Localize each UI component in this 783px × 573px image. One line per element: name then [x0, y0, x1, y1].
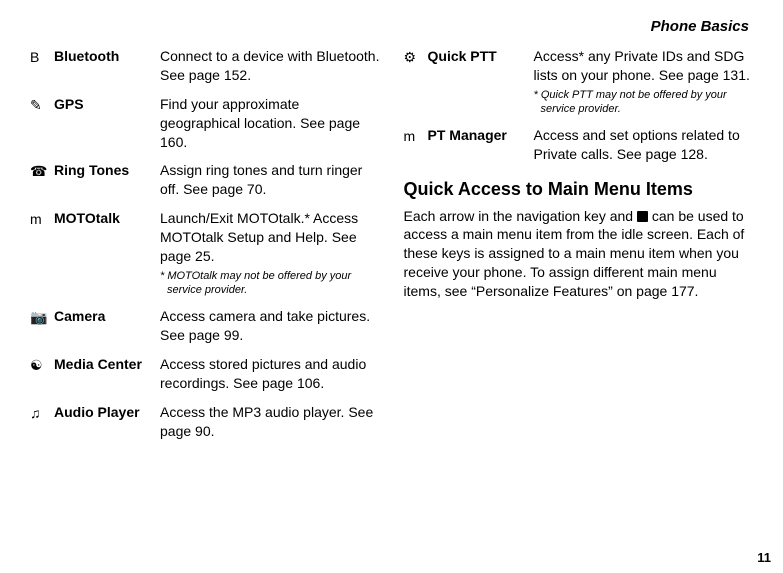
menu-label: Ring Tones	[54, 161, 160, 199]
mototalk-icon: m	[30, 209, 54, 297]
menu-entry: ✎ GPS Find your approximate geographical…	[30, 95, 380, 152]
menu-label: Media Center	[54, 355, 160, 393]
mediacenter-icon: ☯	[30, 355, 54, 393]
body-prefix: Each arrow in the navigation key and	[404, 208, 637, 224]
footnote: * Quick PTT may not be offered by your s…	[534, 89, 754, 117]
menu-description: Access stored pictures and audio recordi…	[160, 355, 380, 393]
menu-entry: 📷 Camera Access camera and take pictures…	[30, 307, 380, 345]
menu-entry: m PT Manager Access and set options rela…	[404, 126, 754, 164]
menu-label: Camera	[54, 307, 160, 345]
menu-description: Access* any Private IDs and SDG lists on…	[534, 47, 754, 116]
key-icon	[637, 211, 648, 222]
menu-description: Access and set options related to Privat…	[534, 126, 754, 164]
page-number: 11	[757, 550, 771, 565]
menu-entry: B Bluetooth Connect to a device with Blu…	[30, 47, 380, 85]
page-header: Phone Basics	[30, 18, 753, 35]
bluetooth-icon: B	[30, 47, 54, 85]
menu-entry: ⚙ Quick PTT Access* any Private IDs and …	[404, 47, 754, 116]
content-columns: B Bluetooth Connect to a device with Blu…	[30, 47, 753, 451]
menu-description: Access the MP3 audio player. See page 90…	[160, 403, 380, 441]
menu-entry: m MOTOtalk Launch/Exit MOTOtalk.* Access…	[30, 209, 380, 297]
menu-label: MOTOtalk	[54, 209, 160, 297]
desc-text: Access* any Private IDs and SDG lists on…	[534, 48, 750, 83]
menu-label: PT Manager	[428, 126, 534, 164]
ptmanager-icon: m	[404, 126, 428, 164]
ringtones-icon: ☎	[30, 161, 54, 199]
desc-text: Launch/Exit MOTOtalk.* Access MOTOtalk S…	[160, 210, 358, 264]
section-body: Each arrow in the navigation key and can…	[404, 207, 754, 301]
section-title: Quick Access to Main Menu Items	[404, 178, 754, 201]
quickptt-icon: ⚙	[404, 47, 428, 116]
menu-label: Bluetooth	[54, 47, 160, 85]
menu-entry: ☎ Ring Tones Assign ring tones and turn …	[30, 161, 380, 199]
menu-description: Access camera and take pictures. See pag…	[160, 307, 380, 345]
right-column: ⚙ Quick PTT Access* any Private IDs and …	[404, 47, 754, 451]
menu-label: Quick PTT	[428, 47, 534, 116]
menu-label: Audio Player	[54, 403, 160, 441]
camera-icon: 📷	[30, 307, 54, 345]
menu-label: GPS	[54, 95, 160, 152]
menu-entry: ♫ Audio Player Access the MP3 audio play…	[30, 403, 380, 441]
footnote: * MOTOtalk may not be offered by your se…	[160, 270, 380, 298]
menu-entry: ☯ Media Center Access stored pictures an…	[30, 355, 380, 393]
menu-description: Connect to a device with Bluetooth. See …	[160, 47, 380, 85]
audioplayer-icon: ♫	[30, 403, 54, 441]
gps-icon: ✎	[30, 95, 54, 152]
left-column: B Bluetooth Connect to a device with Blu…	[30, 47, 380, 451]
menu-description: Assign ring tones and turn ringer off. S…	[160, 161, 380, 199]
menu-description: Find your approximate geographical locat…	[160, 95, 380, 152]
menu-description: Launch/Exit MOTOtalk.* Access MOTOtalk S…	[160, 209, 380, 297]
